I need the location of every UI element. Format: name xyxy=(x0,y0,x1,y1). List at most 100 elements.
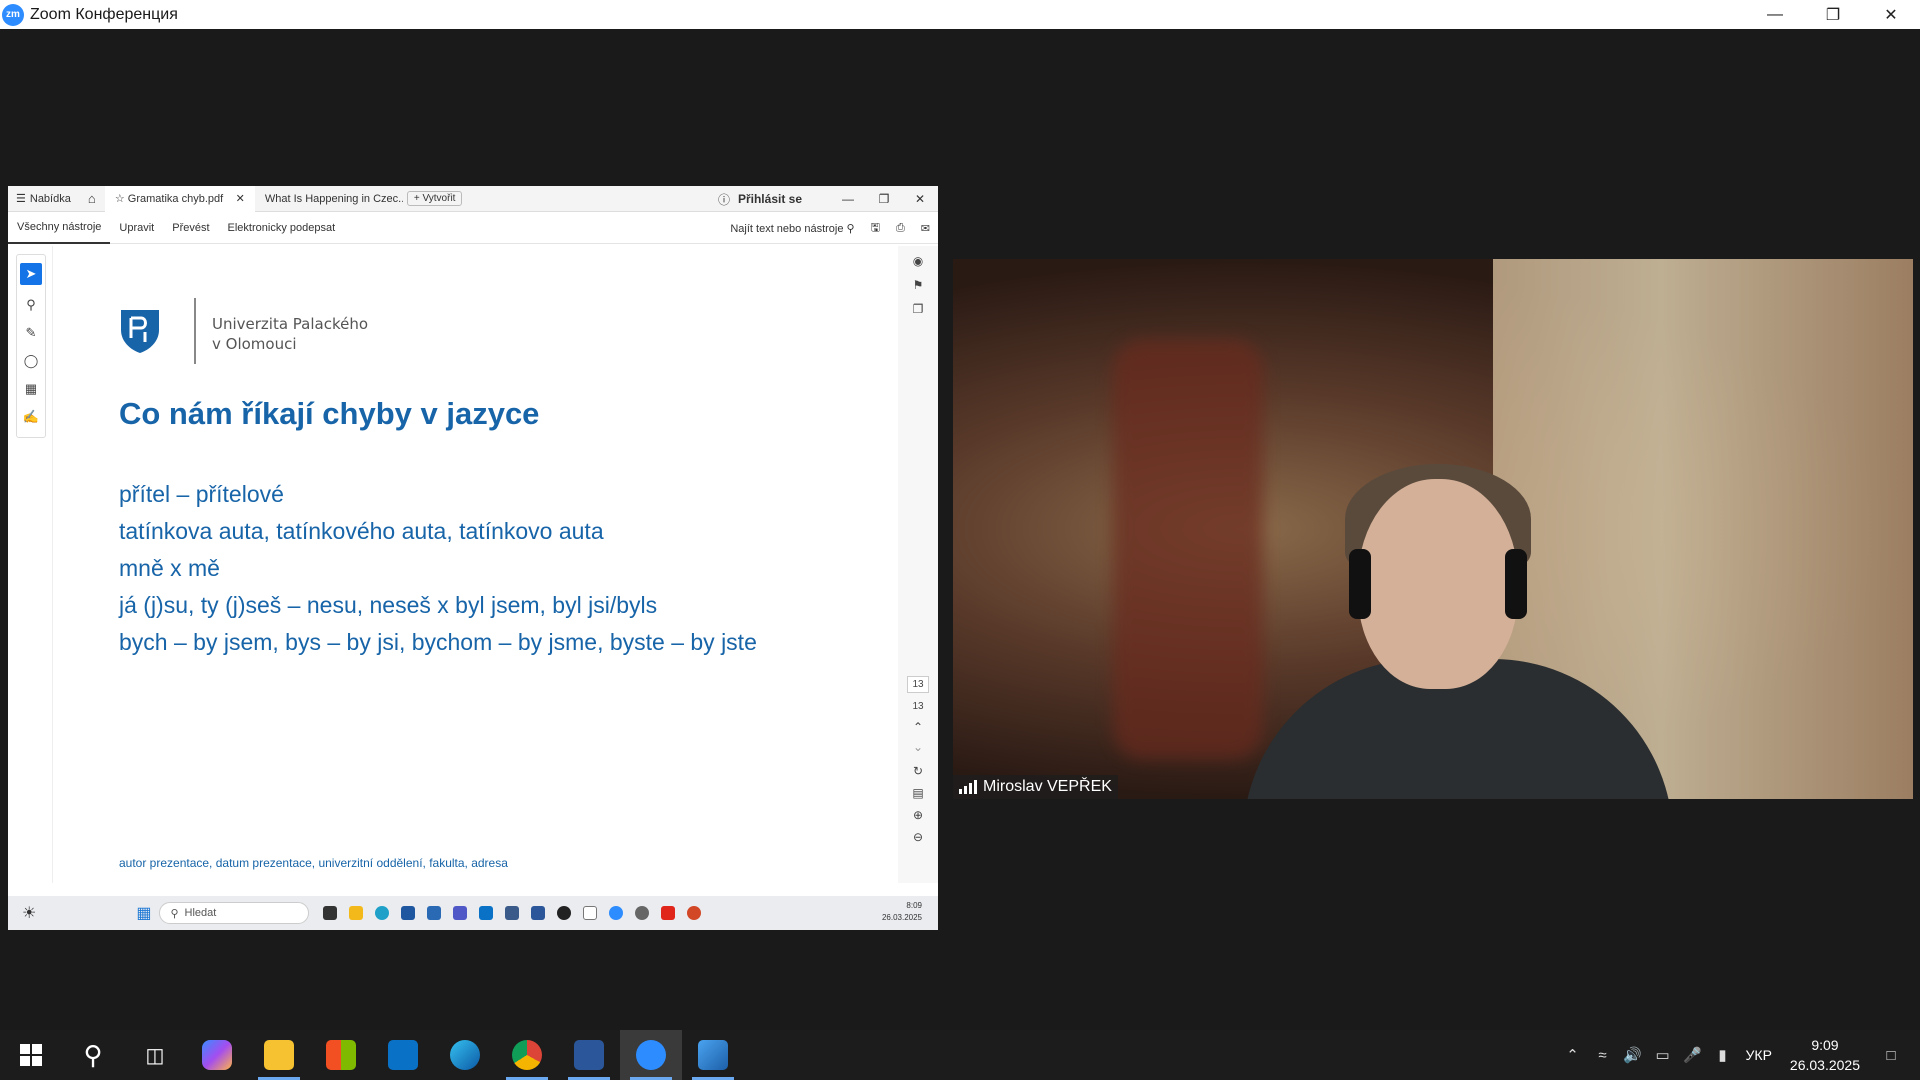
tab-label: What Is Happening in Czec... xyxy=(264,192,403,205)
acrobat-icon xyxy=(661,906,676,920)
tab-e-sign[interactable]: Elektronicky podepsat xyxy=(219,212,345,244)
university-logo-icon xyxy=(121,310,159,353)
close-tab-icon[interactable]: ✕ xyxy=(236,192,245,205)
zoom-tool-icon[interactable]: ⚲ xyxy=(26,297,36,313)
battery-icon[interactable]: ▮ xyxy=(1708,1046,1738,1064)
word-icon xyxy=(531,906,546,920)
media-player-icon xyxy=(557,906,572,920)
acrobat-tab-bar: ☰ Nabídka ⌂ ☆ Gramatika chyb.pdf ✕ What … xyxy=(8,186,938,212)
outlook-icon xyxy=(479,906,494,920)
acrobat-minimize-button[interactable]: — xyxy=(830,192,866,206)
fit-page-icon[interactable]: ▤ xyxy=(912,786,923,800)
pen-icon[interactable]: ✎ xyxy=(26,325,37,341)
notifications-icon[interactable]: □ xyxy=(1876,1047,1906,1064)
page-total: 13 xyxy=(912,701,924,712)
chevron-down-icon[interactable]: ⌄ xyxy=(913,740,923,754)
file-explorer-icon[interactable] xyxy=(248,1030,310,1080)
microphone-icon[interactable]: 🎤 xyxy=(1678,1046,1708,1064)
acrobat-restore-button[interactable]: ❐ xyxy=(866,192,902,206)
bookmark-icon[interactable]: ⚑ xyxy=(913,278,924,292)
system-tray: ⌃ ≈ 🔊 ▭ 🎤 ▮ УКР 9:09 26.03.2025 □ xyxy=(1558,1030,1920,1080)
zoom-title-bar: zm Zoom Конференция — ❐ ✕ xyxy=(0,0,1920,29)
pdf-page: Univerzita Palackého v Olomouci Co nám ř… xyxy=(52,246,896,883)
taskbar-clock[interactable]: 9:09 26.03.2025 xyxy=(1790,1035,1860,1075)
close-button[interactable]: ✕ xyxy=(1862,0,1920,29)
rotate-icon[interactable]: ↻ xyxy=(913,764,923,778)
participant-video[interactable]: Miroslav VEPŘEK xyxy=(953,259,1913,799)
tab-other-document[interactable]: What Is Happening in Czec... xyxy=(255,186,403,212)
tab-active-document[interactable]: ☆ Gramatika chyb.pdf ✕ xyxy=(104,186,255,212)
select-cursor-icon[interactable]: ➤ xyxy=(20,263,42,285)
shared-windows-taskbar: ☀ ▦ ⚲ Hledat 8:09 26.03.2025 xyxy=(8,896,938,930)
chevron-up-icon[interactable]: ⌃ xyxy=(1558,1046,1588,1064)
notepad-icon xyxy=(583,906,598,920)
comment-icon[interactable]: ◉ xyxy=(913,254,923,268)
clock-time: 9:09 xyxy=(1811,1037,1839,1053)
university-name-line2: v Olomouci xyxy=(212,335,297,353)
slide-line: mně x mě xyxy=(119,555,220,581)
save-icon[interactable]: 🖫 xyxy=(871,219,880,238)
outlook-icon[interactable] xyxy=(372,1030,434,1080)
university-name-line1: Univerzita Palackého xyxy=(212,315,369,333)
chrome-icon[interactable] xyxy=(496,1030,558,1080)
photos-icon[interactable] xyxy=(682,1030,744,1080)
text-box-icon[interactable]: ▦ xyxy=(25,381,37,397)
meeting-area: ☰ Nabídka ⌂ ☆ Gramatika chyb.pdf ✕ What … xyxy=(0,29,1920,1030)
tab-edit[interactable]: Upravit xyxy=(110,212,163,244)
edge-icon xyxy=(375,906,390,920)
headphone-left xyxy=(1349,549,1371,619)
store-icon[interactable] xyxy=(310,1030,372,1080)
shared-search-box: ⚲ Hledat xyxy=(159,902,310,924)
sign-in-button[interactable]: Přihlásit se xyxy=(738,192,802,206)
mail-icon[interactable]: ✉ xyxy=(921,222,930,235)
signal-bars-icon xyxy=(959,780,977,794)
acrobat-close-button[interactable]: ✕ xyxy=(902,192,938,206)
star-icon: ☆ xyxy=(114,193,125,205)
restore-button[interactable]: ❐ xyxy=(1804,0,1862,29)
find-tools-search[interactable]: Najít text nebo nástroje ⚲ xyxy=(730,222,854,235)
lasso-icon[interactable]: ◯ xyxy=(24,353,39,369)
help-icon[interactable]: ⓘ xyxy=(718,191,730,208)
window-title: Zoom Конференция xyxy=(30,5,178,23)
new-tab-button[interactable]: + Vytvořit xyxy=(406,191,463,206)
slide-line: bych – by jsem, bys – by jsi, bychom – b… xyxy=(119,629,757,655)
zoom-out-icon[interactable]: ⊖ xyxy=(913,830,923,844)
windows-taskbar: ⚲ ◫ ⌃ ≈ 🔊 ▭ 🎤 ▮ УКР 9:09 26.03.2025 □ xyxy=(0,1030,1920,1080)
chevron-up-icon[interactable]: ⌃ xyxy=(913,720,923,734)
wifi-icon[interactable]: ≈ xyxy=(1588,1047,1618,1064)
right-tool-rail: ◉ ⚑ ❐ 13 13 ⌃ ⌄ ↻ ▤ ⊕ ⊖ xyxy=(898,246,938,883)
page-number-input[interactable]: 13 xyxy=(907,676,929,693)
start-icon[interactable] xyxy=(0,1030,62,1080)
tab-convert[interactable]: Převést xyxy=(163,212,218,244)
task-view-icon[interactable]: ◫ xyxy=(124,1030,186,1080)
search-icon[interactable]: ⚲ xyxy=(62,1030,124,1080)
app-icon xyxy=(505,906,520,920)
left-tool-rail: ➤ ⚲ ✎ ◯ ▦ ✍ xyxy=(16,254,46,438)
pages-icon[interactable]: ❐ xyxy=(913,302,924,316)
screen-share-icon[interactable]: ▭ xyxy=(1648,1046,1678,1064)
powerpoint-icon xyxy=(687,906,702,920)
slide-line: tatínkova auta, tatínkového auta, tatínk… xyxy=(119,518,604,544)
zoom-icon[interactable] xyxy=(620,1030,682,1080)
zoom-logo-icon: zm xyxy=(2,3,24,26)
app-icon xyxy=(427,906,442,920)
edge-icon[interactable] xyxy=(434,1030,496,1080)
print-icon[interactable]: ⎙ xyxy=(896,222,905,235)
store-icon xyxy=(401,906,416,920)
menu-button[interactable]: ☰ Nabídka xyxy=(8,192,79,206)
slide-content: přítel – přítelové tatínkova auta, tatín… xyxy=(119,476,757,661)
zoom-in-icon[interactable]: ⊕ xyxy=(913,808,923,822)
volume-icon[interactable]: 🔊 xyxy=(1618,1046,1648,1064)
settings-icon xyxy=(635,906,650,920)
copilot-icon[interactable] xyxy=(186,1030,248,1080)
slide-title: Co nám říkají chyby v jazyce xyxy=(119,396,540,431)
home-icon[interactable]: ⌂ xyxy=(79,191,105,206)
sign-icon[interactable]: ✍ xyxy=(23,409,39,425)
minimize-button[interactable]: — xyxy=(1746,0,1804,29)
window-controls: — ❐ ✕ xyxy=(1746,0,1920,29)
tab-all-tools[interactable]: Všechny nástroje xyxy=(8,212,111,244)
slide-footer: autor prezentace, datum prezentace, univ… xyxy=(119,856,508,870)
participant-name-tag: Miroslav VEPŘEK xyxy=(953,775,1118,799)
language-indicator[interactable]: УКР xyxy=(1746,1047,1772,1063)
word-icon[interactable] xyxy=(558,1030,620,1080)
